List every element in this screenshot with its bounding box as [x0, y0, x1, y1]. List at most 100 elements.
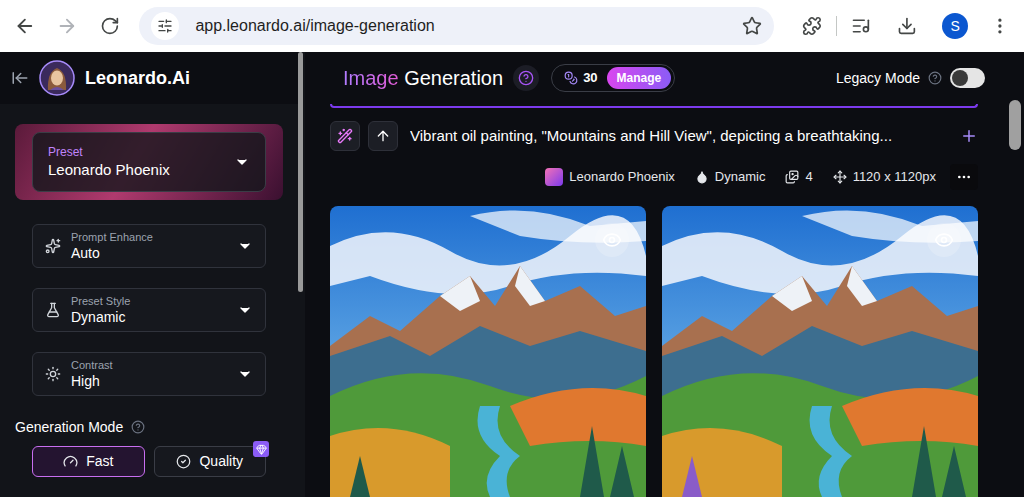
app-body: Leonardo.AiPresetLeonardo PhoenixPrompt … — [0, 52, 1024, 497]
preset-label: Preset — [48, 144, 234, 160]
legacy-mode-label: Legacy Mode — [836, 68, 920, 89]
extensions-icon[interactable] — [802, 16, 822, 36]
sidebar-header: Leonardo.Ai — [0, 52, 298, 104]
address-text: app.leonardo.ai/image-generation — [195, 14, 726, 38]
edit-prompt-button[interactable] — [330, 121, 360, 151]
generation-mode-header: Generation Mode — [15, 416, 283, 438]
setting-label: Contrast — [71, 358, 227, 372]
help-icon[interactable] — [928, 71, 942, 85]
generation-prompt-row: Vibrant oil painting, "Mountains and Hil… — [330, 120, 978, 152]
setting-dropdown[interactable]: Prompt EnhanceAuto — [32, 224, 266, 268]
generated-image[interactable] — [662, 206, 978, 497]
images-icon — [785, 170, 799, 184]
setting-dropdown[interactable]: Preset StyleDynamic — [32, 288, 266, 332]
leonardo-logo-icon — [39, 60, 75, 96]
brand-name: Leonardo.Ai — [85, 65, 190, 92]
premium-badge — [253, 441, 269, 457]
check-circle-icon — [176, 454, 191, 469]
help-icon — [518, 70, 534, 86]
setting-value: High — [71, 372, 227, 390]
meta-label: Leonardo Phoenix — [569, 167, 675, 187]
preview-button[interactable] — [927, 223, 961, 257]
back-icon[interactable] — [14, 15, 36, 37]
setting-dropdown[interactable]: ContrastHigh — [32, 352, 266, 396]
meta-item: 1120 x 1120px — [833, 167, 936, 187]
sidebar-scrollbar[interactable] — [298, 52, 305, 497]
scrollbar-thumb[interactable] — [298, 52, 303, 292]
option-label: Fast — [86, 451, 113, 472]
coins-icon — [564, 71, 578, 85]
collapse-sidebar-icon[interactable] — [11, 69, 29, 87]
prompt-box-edge — [330, 104, 978, 108]
flask-icon — [45, 302, 61, 318]
profile-button[interactable]: S — [942, 13, 968, 39]
help-icon[interactable] — [131, 420, 145, 434]
browser-toolbar: app.leonardo.ai/image-generation S — [0, 0, 1024, 52]
main-header: Image Generation 30 Manage Legacy Mode — [305, 52, 1006, 104]
meta-label: 1120 x 1120px — [853, 167, 936, 187]
tune-icon — [157, 18, 173, 34]
app-window: app.leonardo.ai/image-generation S Leonard… — [0, 0, 1024, 497]
generation-feed: Vibrant oil painting, "Mountains and Hil… — [305, 104, 1006, 497]
gauge-icon — [63, 454, 78, 469]
chevron-down-icon — [237, 302, 253, 318]
option-label: Quality — [199, 451, 243, 472]
help-button[interactable] — [513, 65, 539, 91]
media-controls-icon[interactable] — [851, 16, 871, 36]
move-icon — [833, 170, 847, 184]
generated-image[interactable] — [330, 206, 646, 497]
model-thumbnail-icon — [545, 168, 563, 186]
reload-icon[interactable] — [100, 16, 120, 36]
chevron-down-icon — [234, 154, 250, 170]
gem-icon — [256, 444, 267, 455]
main-area: Image Generation 30 Manage Legacy Mode Vibra… — [305, 52, 1006, 497]
scrollbar-thumb[interactable] — [1009, 100, 1021, 150]
sun-icon — [45, 366, 61, 382]
bookmark-star-icon[interactable] — [742, 16, 762, 36]
manage-button[interactable]: Manage — [607, 67, 672, 89]
settings-panel: PresetLeonardo Phoenix Prompt EnhanceAuto… — [0, 104, 298, 497]
chevron-down-icon — [237, 238, 253, 254]
magic-wand-icon — [337, 128, 353, 144]
image-grid — [330, 206, 978, 497]
page-title: Image Generation — [343, 63, 503, 93]
page-scrollbar[interactable] — [1006, 52, 1024, 497]
preview-button[interactable] — [595, 223, 629, 257]
eye-icon — [602, 230, 622, 250]
preset-dropdown[interactable]: PresetLeonardo Phoenix — [32, 132, 266, 192]
preset-value: Leonardo Phoenix — [48, 160, 234, 180]
more-button[interactable] — [950, 164, 978, 190]
menu-icon[interactable] — [990, 16, 1010, 36]
generation-mode-label: Generation Mode — [15, 417, 123, 438]
forward-icon[interactable] — [56, 15, 78, 37]
eye-icon — [934, 230, 954, 250]
setting-label: Prompt Enhance — [71, 230, 227, 244]
legacy-mode-toggle[interactable] — [950, 68, 985, 88]
toolbar-separator — [836, 16, 837, 36]
meta-item: Dynamic — [695, 167, 766, 187]
ellipsis-icon — [956, 169, 972, 185]
setting-label: Preset Style — [71, 294, 227, 308]
address-bar[interactable]: app.leonardo.ai/image-generation — [139, 7, 774, 45]
reuse-prompt-button[interactable] — [368, 121, 398, 151]
site-info-button[interactable] — [151, 12, 179, 40]
meta-label: Dynamic — [715, 167, 766, 187]
meta-item: 4 — [785, 167, 812, 187]
chevron-down-icon — [237, 366, 253, 382]
plus-icon[interactable] — [960, 127, 978, 145]
generation-meta-row: Leonardo Phoenix Dynamic 4 1120 x 1120px — [330, 164, 978, 190]
credits-pill: 30 Manage — [551, 64, 675, 92]
download-icon[interactable] — [897, 16, 917, 36]
setting-value: Dynamic — [71, 308, 227, 326]
setting-value: Auto — [71, 244, 227, 262]
arrow-up-icon — [375, 128, 391, 144]
credits-count: 30 — [583, 68, 597, 88]
generation-mode-option[interactable]: Quality — [154, 446, 267, 477]
sidebar: Leonardo.Ai PresetLeonardo Phoenix Prompt … — [0, 52, 298, 497]
meta-label: 4 — [805, 167, 812, 187]
preset-card[interactable]: PresetLeonardo Phoenix — [15, 124, 283, 200]
generation-mode-option[interactable]: Fast — [32, 446, 145, 477]
sparkles-icon — [45, 238, 61, 254]
prompt-text: Vibrant oil painting, "Mountains and Hil… — [410, 125, 952, 148]
droplet-icon — [695, 170, 709, 184]
